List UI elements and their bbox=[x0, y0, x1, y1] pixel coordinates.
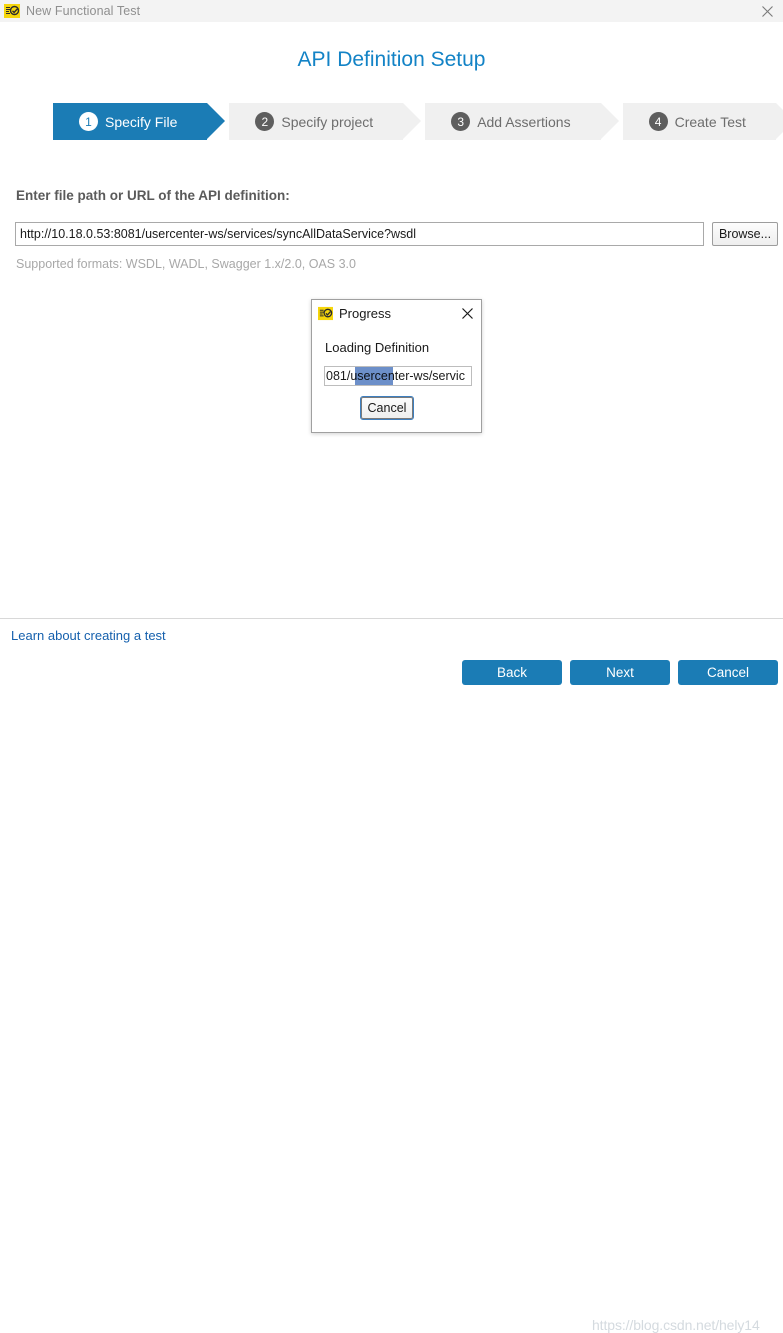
file-path-input[interactable] bbox=[15, 222, 704, 246]
page-title: API Definition Setup bbox=[297, 48, 486, 71]
wizard-step-specify-project[interactable]: 2 Specify project bbox=[229, 103, 421, 140]
progress-bar-chunk bbox=[355, 367, 393, 385]
cancel-button[interactable]: Cancel bbox=[678, 660, 778, 685]
footer-divider bbox=[0, 618, 783, 619]
progress-dialog: Progress Loading Definition 081/usercent… bbox=[311, 299, 482, 433]
wizard-step-specify-file[interactable]: 1 Specify File bbox=[53, 103, 226, 140]
step-label-1: Specify File bbox=[105, 113, 178, 130]
step-number-4: 4 bbox=[648, 112, 668, 131]
window-title: New Functional Test bbox=[26, 4, 141, 18]
step-label-4: Create Test bbox=[674, 113, 746, 130]
wizard-content: API Definition Setup 1 Specify File 2 Sp… bbox=[0, 22, 783, 618]
step-number-1: 1 bbox=[79, 112, 98, 131]
soapui-test-icon bbox=[4, 4, 20, 18]
progress-dialog-close-button[interactable] bbox=[457, 303, 477, 323]
step-label-2: Specify project bbox=[281, 113, 374, 130]
progress-bar-text: 081/usercenter-ws/servic bbox=[326, 369, 465, 383]
wizard-step-create-test[interactable]: 4 Create Test bbox=[622, 103, 783, 140]
back-button[interactable]: Back bbox=[462, 660, 562, 685]
progress-cancel-button[interactable]: Cancel bbox=[360, 396, 414, 420]
step-number-3: 3 bbox=[451, 112, 471, 131]
watermark-text: https://blog.csdn.net/hely14 bbox=[592, 1317, 760, 1333]
close-icon bbox=[761, 5, 773, 17]
step-number-2: 2 bbox=[255, 112, 275, 131]
close-icon bbox=[461, 307, 473, 319]
wizard-button-bar: Back Next Cancel https://blog.csdn.net/h… bbox=[0, 655, 783, 1333]
next-button[interactable]: Next bbox=[570, 660, 670, 685]
soapui-test-icon bbox=[318, 306, 333, 320]
step-label-3: Add Assertions bbox=[477, 113, 571, 130]
supported-formats-note: Supported formats: WSDL, WADL, Swagger 1… bbox=[16, 257, 356, 271]
file-path-label: Enter file path or URL of the API defini… bbox=[16, 188, 290, 203]
progress-dialog-titlebar: Progress bbox=[312, 300, 481, 326]
window-titlebar: New Functional Test bbox=[0, 0, 783, 23]
progress-dialog-title: Progress bbox=[339, 305, 392, 321]
browse-button[interactable]: Browse... bbox=[712, 222, 778, 246]
progress-bar: 081/usercenter-ws/servic bbox=[324, 366, 472, 386]
wizard-steps: 1 Specify File 2 Specify project 3 Add A… bbox=[53, 103, 783, 140]
window-close-button[interactable] bbox=[751, 0, 783, 22]
wizard-step-add-assertions[interactable]: 3 Add Assertions bbox=[425, 103, 620, 140]
progress-message: Loading Definition bbox=[325, 340, 430, 355]
learn-about-creating-a-test-link[interactable]: Learn about creating a test bbox=[11, 628, 166, 643]
